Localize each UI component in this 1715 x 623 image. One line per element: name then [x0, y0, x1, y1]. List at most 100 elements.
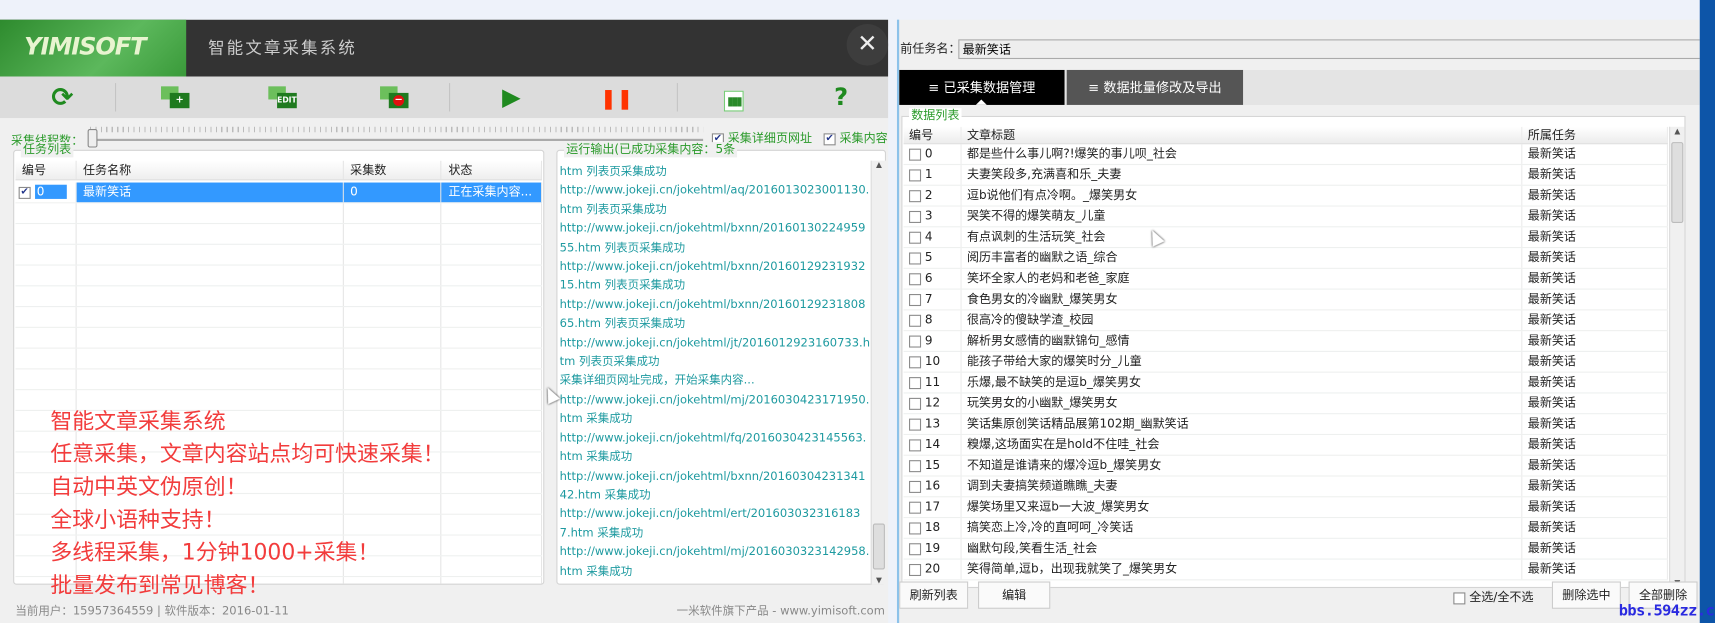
- statistics-button[interactable]: ▮▮▮: [714, 81, 753, 114]
- row-id: 18: [924, 520, 941, 535]
- scroll-up-arrow[interactable]: ▲: [872, 161, 886, 170]
- task-cell: 最新笑话: [1522, 455, 1668, 476]
- select-all-checkbox[interactable]: [1453, 591, 1466, 604]
- task-row[interactable]: ✔ 0 最新笑话 0 正在采集内容...: [15, 182, 543, 204]
- data-row[interactable]: 17 爆笑场里又来逗b一大波_爆笑男女 最新笑话: [903, 497, 1668, 519]
- task-cell: 最新笑话: [1522, 518, 1668, 538]
- output-scrollbar[interactable]: ▲ ▼: [870, 160, 887, 585]
- data-row[interactable]: 2 逗b说他们有点冷啊。_爆笑男女 最新笑话: [903, 185, 1668, 207]
- column-header[interactable]: 采集数: [344, 160, 442, 180]
- current-task-input[interactable]: [958, 39, 1700, 60]
- row-checkbox[interactable]: [909, 459, 922, 472]
- row-checkbox[interactable]: [909, 542, 922, 555]
- collect-content-checkbox[interactable]: ✔: [823, 132, 836, 145]
- row-checkbox[interactable]: [909, 189, 922, 202]
- data-row[interactable]: 4 有点讽刺的生活玩笑_社会 最新笑话: [903, 227, 1668, 249]
- delete-selected-button[interactable]: 删除选中: [1551, 581, 1621, 609]
- column-header[interactable]: 任务名称: [76, 160, 344, 180]
- data-row[interactable]: 18 搞笑恋上冷,冷的直呵呵_冷笑话 最新笑话: [903, 518, 1668, 539]
- close-button[interactable]: ✕: [846, 24, 889, 66]
- row-checkbox[interactable]: [909, 376, 922, 389]
- data-row[interactable]: 11 乐爆,最不缺笑的是逗b_爆笑男女 最新笑话: [903, 372, 1668, 394]
- edit-button[interactable]: 编辑: [978, 581, 1051, 609]
- row-checkbox[interactable]: [909, 501, 922, 514]
- article-title-cell: 阅历丰富者的幽默之语_综合: [961, 248, 1523, 268]
- column-header[interactable]: 文章标题: [961, 126, 1523, 144]
- scroll-thumb[interactable]: [872, 523, 885, 570]
- output-line: htm 列表页采集成功: [559, 165, 667, 179]
- column-header[interactable]: 编号: [15, 160, 77, 180]
- empty-cell: [344, 203, 442, 223]
- data-row[interactable]: 16 调到夫妻搞笑频道瞧瞧_夫妻 最新笑话: [903, 476, 1668, 498]
- empty-cell: [76, 307, 344, 327]
- company-link[interactable]: 一米软件旗下产品 - www.yimisoft.com: [677, 599, 885, 623]
- scroll-up-arrow[interactable]: ▲: [1670, 127, 1684, 136]
- data-row[interactable]: 20 笑得简单,逗b，出现我就笑了_爆笑男女 最新笑话: [903, 559, 1668, 581]
- data-row[interactable]: 14 糗爆,这场面实在是hold不住哇_社会 最新笑话: [903, 435, 1668, 456]
- pause-button[interactable]: ❚❚: [597, 81, 636, 114]
- data-row[interactable]: 5 阅历丰富者的幽默之语_综合 最新笑话: [903, 248, 1668, 269]
- refresh-list-button[interactable]: 刷新列表: [899, 581, 969, 609]
- row-checkbox[interactable]: [909, 418, 922, 431]
- task-cell: 最新笑话: [1522, 559, 1668, 580]
- data-row[interactable]: 8 很高冷的傻缺学渣_校园 最新笑话: [903, 310, 1668, 332]
- row-id-cell: 5: [904, 248, 962, 268]
- article-title-cell: 笑坏全家人的老妈和老爸_家庭: [961, 268, 1523, 289]
- help-button[interactable]: ?: [821, 81, 860, 114]
- row-checkbox[interactable]: [909, 521, 922, 534]
- data-row[interactable]: 7 食色男女的冷幽默_爆笑男女 最新笑话: [903, 289, 1668, 311]
- empty-cell: [442, 369, 543, 390]
- column-header[interactable]: 所属任务: [1522, 126, 1668, 144]
- row-id: 0: [924, 146, 933, 161]
- row-id: 1: [924, 167, 933, 182]
- start-button[interactable]: ▶: [492, 81, 531, 114]
- row-checkbox[interactable]: [909, 480, 922, 493]
- row-id-cell: 17: [904, 497, 962, 517]
- row-checkbox[interactable]: [909, 314, 922, 327]
- refresh-button[interactable]: ⟳: [43, 81, 82, 114]
- thread-count-slider[interactable]: [89, 138, 704, 141]
- row-checkbox[interactable]: [909, 293, 922, 306]
- scroll-thumb[interactable]: [1671, 142, 1684, 223]
- data-row[interactable]: 1 夫妻笑段多,充满喜和乐_夫妻 最新笑话: [903, 165, 1668, 186]
- row-checkbox[interactable]: [909, 210, 922, 223]
- tab-batch-edit-export[interactable]: ≡ 数据批量修改及导出: [1066, 69, 1244, 105]
- edit-task-button[interactable]: EDIT: [263, 81, 302, 114]
- row-checkbox[interactable]: [909, 335, 922, 348]
- row-checkbox[interactable]: [909, 148, 922, 161]
- empty-cell: [344, 307, 442, 327]
- data-row[interactable]: 3 哭笑不得的爆笑萌友_儿童 最新笑话: [903, 206, 1668, 228]
- add-task-button[interactable]: +: [156, 81, 195, 114]
- row-checkbox[interactable]: [909, 272, 922, 285]
- empty-cell: [15, 327, 77, 348]
- row-checkbox[interactable]: [909, 251, 922, 264]
- data-row[interactable]: 19 幽默句段,笑看生活_社会 最新笑话: [903, 538, 1668, 560]
- data-row[interactable]: 6 笑坏全家人的老妈和老爸_家庭 最新笑话: [903, 268, 1668, 290]
- data-row[interactable]: 10 能孩子带给大家的爆笑时分_儿童 最新笑话: [903, 351, 1668, 373]
- column-header[interactable]: 状态: [442, 160, 543, 180]
- row-checkbox[interactable]: [909, 231, 922, 244]
- column-header[interactable]: 编号: [904, 126, 962, 144]
- data-row[interactable]: 9 解析男女感情的幽默锦句_感情 最新笑话: [903, 331, 1668, 352]
- collector-window: YIMISOFT 智能文章采集系统 ✕ ⟳ + EDIT − ▶ ❚❚ ▮▮▮ …: [0, 19, 889, 623]
- row-checkbox[interactable]: [909, 355, 922, 368]
- delete-task-button[interactable]: −: [375, 81, 414, 114]
- task-list-group: 任务列表 编号 任务名称 采集数 状态 ✔ 0 最新笑话 0 正在采集内容...…: [13, 142, 545, 598]
- row-checkbox[interactable]: [909, 168, 922, 181]
- select-all-option[interactable]: 全选/全不选: [1453, 588, 1534, 605]
- scroll-down-arrow[interactable]: ▼: [872, 576, 886, 585]
- slider-thumb[interactable]: [87, 128, 98, 148]
- row-checkbox[interactable]: [909, 397, 922, 410]
- row-checkbox[interactable]: [909, 563, 922, 576]
- collect-content-option[interactable]: ✔ 采集内容: [823, 129, 888, 146]
- data-row[interactable]: 15 不知道是谁请来的爆冷逗b_爆笑男女 最新笑话: [903, 455, 1668, 477]
- data-row[interactable]: 0 都是些什么事儿啊?!爆笑的事儿呗_社会 最新笑话: [903, 144, 1668, 166]
- row-checkbox[interactable]: [909, 438, 922, 451]
- data-row[interactable]: 12 玩笑男女的小幽默_爆笑男女 最新笑话: [903, 393, 1668, 415]
- task-checkbox[interactable]: ✔: [18, 186, 31, 199]
- data-row[interactable]: 13 笑话集原创笑话精品展第102期_幽默笑话 最新笑话: [903, 414, 1668, 436]
- row-id: 13: [924, 416, 941, 431]
- chart-icon: ▮▮▮: [723, 90, 744, 112]
- empty-cell: [442, 327, 543, 348]
- data-scrollbar[interactable]: ▲ ▼: [1669, 126, 1685, 587]
